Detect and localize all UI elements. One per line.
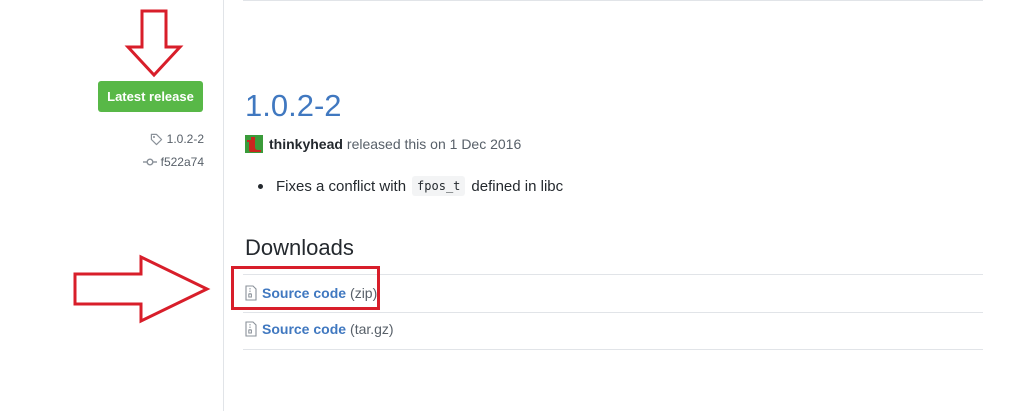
tag-label: 1.0.2-2 bbox=[166, 132, 204, 146]
timeline-line bbox=[223, 0, 224, 411]
down-arrow-annotation bbox=[124, 9, 184, 78]
asset-ext: (tar.gz) bbox=[350, 321, 394, 337]
downloads-divider bbox=[243, 312, 983, 313]
right-arrow-annotation bbox=[73, 254, 211, 324]
commit-label: f522a74 bbox=[160, 155, 204, 169]
author-link[interactable]: thinkyhead bbox=[269, 136, 343, 152]
asset-name: Source code bbox=[262, 321, 347, 337]
latest-release-badge[interactable]: Latest release bbox=[98, 81, 203, 112]
file-zip-icon bbox=[245, 321, 262, 337]
note-text-before: Fixes a conflict with bbox=[276, 177, 407, 195]
inline-code: fpos_t bbox=[412, 176, 466, 196]
note-text-after: defined in libc bbox=[471, 177, 564, 195]
list-item: Fixes a conflict with fpos_t defined in … bbox=[258, 176, 563, 196]
top-divider bbox=[243, 0, 983, 1]
download-targz-link[interactable]: Source code (tar.gz) bbox=[245, 321, 394, 337]
highlight-box-annotation bbox=[231, 266, 380, 310]
release-date-text: released this on 1 Dec 2016 bbox=[346, 136, 522, 152]
avatar[interactable] bbox=[245, 135, 269, 153]
commit-icon bbox=[142, 157, 157, 167]
commit-meta[interactable]: f522a74 bbox=[142, 155, 204, 169]
tag-meta[interactable]: 1.0.2-2 bbox=[150, 132, 204, 146]
downloads-divider bbox=[243, 349, 983, 350]
bullet bbox=[258, 183, 263, 189]
tag-icon bbox=[150, 133, 163, 146]
release-title[interactable]: 1.0.2-2 bbox=[245, 86, 342, 126]
release-byline: thinkyhead released this on 1 Dec 2016 bbox=[245, 134, 521, 154]
downloads-heading: Downloads bbox=[245, 235, 354, 260]
release-notes: Fixes a conflict with fpos_t defined in … bbox=[258, 176, 563, 196]
